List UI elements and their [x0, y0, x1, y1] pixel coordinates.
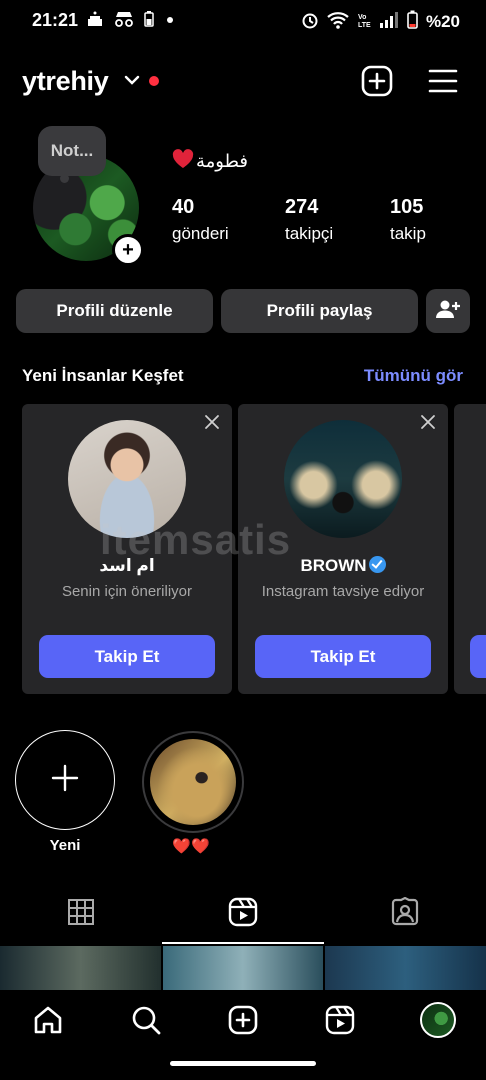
reel-thumbnail[interactable] [0, 946, 161, 990]
profile-note-bubble[interactable]: Not... [38, 126, 106, 176]
battery-percentage: %20 [425, 12, 460, 31]
suggestion-reason: Senin için öneriliyor [61, 583, 193, 600]
close-icon[interactable] [204, 414, 220, 435]
grid-icon [67, 898, 95, 931]
wifi-icon [327, 11, 349, 34]
profile-display-name: فطومة [172, 149, 248, 174]
verified-badge-icon [368, 556, 386, 573]
watermark: itemsatis [100, 516, 292, 563]
story-highlight-label: ❤️❤️ [172, 838, 210, 855]
follow-button[interactable]: Takip Et [255, 635, 431, 678]
suggestion-reason: Instagram tavsiye ediyor [261, 583, 425, 600]
incognito-icon [113, 11, 135, 32]
followers-count[interactable]: 274 [285, 196, 318, 219]
svg-text:Vo: Vo [358, 14, 366, 21]
heart-icon [172, 149, 194, 174]
follow-button[interactable]: Takip Et [39, 635, 215, 678]
reel-thumbnail[interactable] [325, 946, 486, 990]
avatar [420, 1002, 456, 1038]
followers-label[interactable]: takipçi [285, 224, 333, 244]
plus-icon [50, 763, 80, 798]
menu-icon[interactable] [426, 64, 460, 98]
search-icon[interactable] [128, 1002, 164, 1038]
discover-people-title: Yeni İnsanlar Keşfet [22, 366, 184, 385]
tab-tagged[interactable] [388, 896, 422, 932]
add-person-icon [436, 299, 460, 324]
edit-profile-button[interactable]: Profili düzenle [16, 289, 213, 333]
dot-icon [163, 11, 177, 32]
alarm-icon [301, 11, 319, 34]
create-post-icon[interactable] [360, 64, 394, 98]
new-post-icon[interactable] [225, 1002, 261, 1038]
chevron-down-icon[interactable] [124, 70, 140, 95]
profile-nav-avatar[interactable] [420, 1002, 456, 1038]
suggestion-name[interactable]: BROWN [300, 556, 366, 575]
volte-icon: Vo LTE [357, 11, 371, 34]
discover-people-button[interactable] [426, 289, 470, 333]
new-highlight-label: Yeni [49, 837, 81, 854]
tagged-person-icon [390, 896, 420, 932]
new-highlight-button[interactable] [15, 730, 115, 830]
status-bar: 21:21 Vo LTE %20 [0, 0, 486, 42]
display-name-text: فطومة [196, 151, 248, 171]
reels-nav-icon[interactable] [322, 1002, 358, 1038]
reels-thumbnails-row [0, 946, 486, 990]
note-bubble-tail [60, 174, 69, 183]
suggestion-card-partial[interactable] [454, 404, 486, 694]
story-highlight-cover[interactable] [150, 739, 236, 825]
svg-text:LTE: LTE [358, 22, 371, 29]
active-tab-indicator [162, 942, 324, 944]
share-profile-button[interactable]: Profili paylaş [221, 289, 418, 333]
tab-posts-grid[interactable] [64, 897, 98, 931]
reel-thumbnail[interactable] [162, 946, 324, 990]
battery-icon [407, 10, 418, 34]
following-label[interactable]: takip [390, 224, 426, 244]
notification-dot [149, 76, 159, 86]
posts-label[interactable]: gönderi [172, 224, 229, 244]
profile-username[interactable]: ytrehiy [22, 66, 109, 97]
signal-icon [379, 11, 399, 34]
status-time: 21:21 [32, 10, 79, 30]
home-icon[interactable] [30, 1002, 66, 1038]
status-right-icons: Vo LTE %20 [301, 10, 460, 34]
tab-reels[interactable] [226, 897, 260, 931]
cake-icon [86, 11, 104, 32]
posts-count[interactable]: 40 [172, 196, 194, 219]
reels-icon [228, 897, 258, 932]
bottom-navigation [0, 990, 486, 1080]
add-story-plus-icon[interactable]: + [112, 234, 144, 266]
battery-saver-icon [144, 11, 154, 32]
see-all-link[interactable]: Tümünü gör [364, 366, 463, 386]
status-left-icons [86, 11, 177, 32]
system-home-indicator[interactable] [170, 1061, 316, 1066]
suggestion-avatar[interactable] [284, 420, 402, 538]
close-icon[interactable] [420, 414, 436, 435]
following-count[interactable]: 105 [390, 196, 423, 219]
follow-button-partial[interactable] [470, 635, 486, 678]
